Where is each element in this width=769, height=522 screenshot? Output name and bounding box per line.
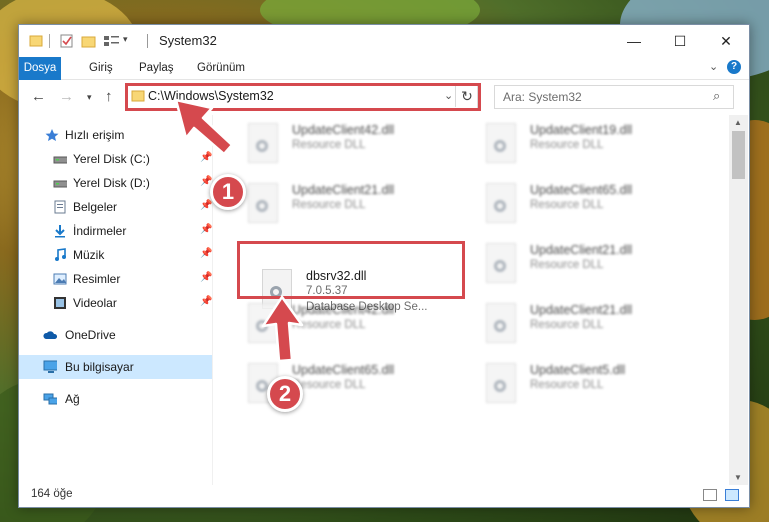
arrow-2-icon <box>261 295 304 363</box>
step-2-badge: 2 <box>267 376 303 412</box>
annotation-arrows <box>174 98 304 363</box>
arrow-1-icon <box>174 98 234 156</box>
step-1-badge: 1 <box>210 174 246 210</box>
